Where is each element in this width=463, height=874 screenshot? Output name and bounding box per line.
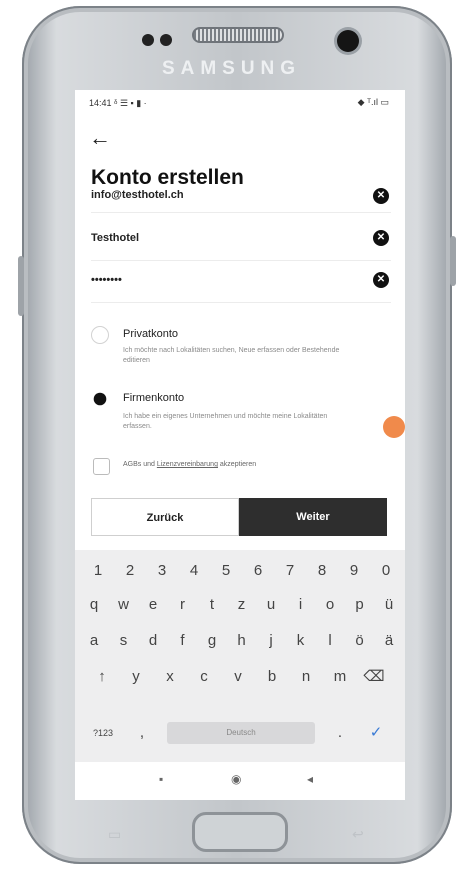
firmenkonto-radio[interactable] [93, 392, 107, 406]
letter-key[interactable]: ü [374, 590, 404, 620]
symbols-key[interactable]: ?123 [83, 718, 123, 748]
privatkonto-radio[interactable] [91, 326, 109, 344]
privatkonto-description: Ich möchte nach Lokalitäten suchen, Neue… [123, 347, 340, 364]
floating-badge[interactable] [383, 416, 405, 438]
letter-key[interactable]: t [197, 590, 227, 620]
letter-key[interactable]: a [79, 626, 109, 656]
letter-key[interactable]: x [155, 662, 185, 692]
letter-key[interactable]: o [315, 590, 345, 620]
password-value: •••••••• [91, 274, 122, 286]
on-screen-keyboard: 1 2 3 4 5 6 7 8 9 0 q w e r t z u i o p ü a s d f g h j k l ö ä ↑ y x c v b n m… [75, 550, 405, 762]
privatkonto-title: Privatkonto [123, 328, 179, 340]
letter-key[interactable]: q [79, 590, 109, 620]
letter-key[interactable]: b [257, 662, 287, 692]
clear-email-icon[interactable]: ✕ [373, 188, 389, 204]
number-key[interactable]: 4 [179, 556, 209, 586]
navigation-bar: ▪ ◉ ◂ [75, 762, 405, 800]
enter-key[interactable]: ✓ [361, 718, 391, 748]
firmenkonto-description: Ich habe ein eigenes Unternehmen und möc… [123, 413, 328, 430]
hardware-recent-icon: ▭ [108, 826, 122, 842]
number-key[interactable]: 2 [115, 556, 145, 586]
letter-key[interactable]: m [325, 662, 355, 692]
letter-key[interactable]: f [168, 626, 198, 656]
status-time: 14:41 [89, 98, 112, 108]
light-sensor [160, 34, 172, 46]
backspace-key[interactable]: ⌫ [359, 662, 389, 692]
license-link[interactable]: Lizenzvereinbarung [157, 461, 218, 468]
number-key[interactable]: 9 [339, 556, 369, 586]
hardware-home-button[interactable] [192, 812, 288, 852]
number-key[interactable]: 7 [275, 556, 305, 586]
number-key[interactable]: 8 [307, 556, 337, 586]
letter-key[interactable]: s [109, 626, 139, 656]
agb-suffix: akzeptieren [217, 461, 257, 468]
letter-key[interactable]: e [138, 590, 168, 620]
letter-key[interactable]: h [227, 626, 257, 656]
proximity-sensor [142, 34, 154, 46]
letter-key[interactable]: g [197, 626, 227, 656]
earpiece-speaker [192, 27, 284, 43]
brand-logo: SAMSUNG [161, 58, 302, 79]
hardware-back-icon: ↩ [352, 826, 364, 842]
letter-key[interactable]: n [291, 662, 321, 692]
number-key[interactable]: 6 [243, 556, 273, 586]
number-key[interactable]: 1 [83, 556, 113, 586]
letter-key[interactable]: r [168, 590, 198, 620]
back-nav-icon[interactable]: ◂ [307, 772, 313, 786]
password-field[interactable]: •••••••• ✕ [91, 262, 391, 303]
email-field[interactable]: info@testhotel.ch ✕ [91, 186, 391, 213]
agb-prefix: AGBs und [123, 461, 157, 468]
comma-key[interactable]: , [127, 718, 157, 748]
letter-key[interactable]: z [227, 590, 257, 620]
status-icons: ◆ ᵀ.ıl ▭ [357, 97, 389, 107]
letter-key[interactable]: u [256, 590, 286, 620]
letter-key[interactable]: j [256, 626, 286, 656]
power-button [450, 236, 456, 286]
clear-company-icon[interactable]: ✕ [373, 230, 389, 246]
back-arrow-icon[interactable]: ← [89, 127, 111, 149]
letter-key[interactable]: y [121, 662, 151, 692]
number-key[interactable]: 0 [371, 556, 401, 586]
shift-key[interactable]: ↑ [87, 662, 117, 692]
period-key[interactable]: . [325, 718, 355, 748]
letter-key[interactable]: d [138, 626, 168, 656]
letter-key[interactable]: c [189, 662, 219, 692]
space-key[interactable]: Deutsch [167, 722, 315, 744]
letter-key[interactable]: w [109, 590, 139, 620]
company-name-field[interactable]: Testhotel ✕ [91, 220, 391, 261]
recent-apps-icon[interactable]: ▪ [159, 772, 163, 786]
next-button[interactable]: Weiter [239, 498, 387, 536]
firmenkonto-title: Firmenkonto [123, 392, 185, 404]
clear-password-icon[interactable]: ✕ [373, 272, 389, 288]
company-name-value: Testhotel [91, 232, 140, 244]
app-screen: 14:41 ᵟ ☰ ▪ ▮ · ◆ ᵀ.ıl ▭ ← Konto erstell… [75, 90, 405, 800]
agb-checkbox[interactable] [93, 458, 110, 475]
letter-key[interactable]: l [315, 626, 345, 656]
back-button[interactable]: Zurück [91, 498, 239, 536]
agb-label: AGBs und Lizenzvereinbarung akzeptieren [123, 461, 256, 468]
number-key[interactable]: 3 [147, 556, 177, 586]
home-icon[interactable]: ◉ [231, 772, 241, 786]
status-bar-left: 14:41 ᵟ ☰ ▪ ▮ · [89, 98, 147, 109]
email-value: info@testhotel.ch [91, 189, 184, 201]
letter-key[interactable]: ä [374, 626, 404, 656]
volume-button [18, 256, 24, 316]
letter-key[interactable]: k [286, 626, 316, 656]
notification-icons: ᵟ ☰ ▪ ▮ · [114, 98, 147, 108]
number-key[interactable]: 5 [211, 556, 241, 586]
letter-key[interactable]: ö [345, 626, 375, 656]
letter-key[interactable]: p [345, 590, 375, 620]
front-camera [337, 30, 359, 52]
letter-key[interactable]: v [223, 662, 253, 692]
letter-key[interactable]: i [286, 590, 316, 620]
